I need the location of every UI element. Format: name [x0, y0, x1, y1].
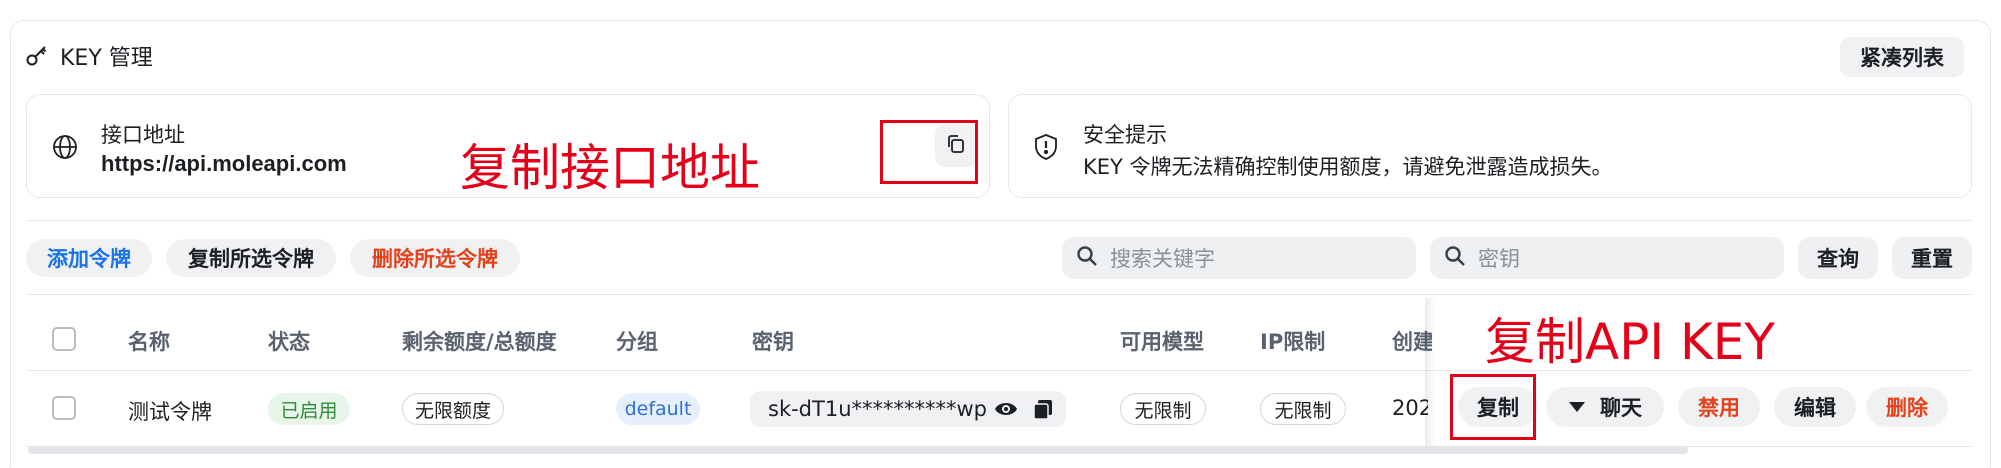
column-header-models: 可用模型	[1120, 330, 1204, 354]
security-text: KEY 令牌无法精确控制使用额度，请避免泄露造成损失。	[1083, 155, 1613, 179]
divider	[26, 220, 1972, 221]
created-time: 2026	[1392, 396, 1428, 420]
security-card: 安全提示 KEY 令牌无法精确控制使用额度，请避免泄露造成损失。	[1008, 94, 1972, 198]
key-field: sk-dT1u**********wpqa	[750, 391, 1066, 427]
divider	[26, 294, 1972, 295]
delete-selected-button[interactable]: 删除所选令牌	[350, 239, 520, 277]
globe-icon	[51, 133, 79, 165]
delete-button[interactable]: 删除	[1866, 387, 1948, 427]
models-badge: 无限制	[1120, 393, 1206, 425]
group-badge: default	[616, 393, 700, 425]
status-badge: 已启用	[268, 393, 350, 425]
page-title: KEY 管理	[26, 40, 153, 72]
copy-selected-button[interactable]: 复制所选令牌	[166, 239, 336, 277]
column-header-status: 状态	[268, 330, 310, 354]
add-token-button[interactable]: 添加令牌	[26, 239, 152, 277]
column-header-group: 分组	[616, 330, 658, 354]
shield-icon	[1033, 133, 1059, 165]
triangle-down-icon	[1568, 395, 1586, 419]
endpoint-url: https://api.moleapi.com	[101, 151, 347, 176]
column-header-ip-limit: IP限制	[1260, 330, 1326, 354]
search-icon	[1076, 245, 1098, 272]
quota-badge: 无限额度	[402, 393, 504, 425]
horizontal-scrollbar[interactable]	[28, 446, 1688, 454]
copy-key-icon[interactable]	[1032, 398, 1054, 425]
query-button[interactable]: 查询	[1798, 237, 1878, 279]
endpoint-title: 接口地址	[101, 123, 185, 147]
annotation-box-copy-api-key	[1450, 374, 1536, 440]
compact-list-button[interactable]: 紧凑列表	[1840, 37, 1964, 77]
fixed-column-shadow	[1425, 298, 1435, 448]
column-header-key: 密钥	[752, 330, 794, 354]
key-icon	[26, 45, 48, 67]
security-title: 安全提示	[1083, 123, 1167, 147]
chat-label: 聊天	[1600, 396, 1642, 420]
disable-button[interactable]: 禁用	[1678, 387, 1760, 427]
edit-button[interactable]: 编辑	[1774, 387, 1856, 427]
column-header-quota: 剩余额度/总额度	[402, 330, 557, 354]
keyword-search-input[interactable]: 搜索关键字	[1062, 237, 1416, 279]
reset-button[interactable]: 重置	[1892, 237, 1972, 279]
annotation-copy-api-key: 复制API KEY	[1485, 313, 1775, 371]
eye-icon[interactable]	[994, 398, 1018, 425]
column-header-name: 名称	[128, 330, 170, 354]
token-name: 测试令牌	[128, 400, 212, 424]
ip-limit-badge: 无限制	[1260, 393, 1346, 425]
key-value: sk-dT1u**********wpqa	[768, 397, 988, 421]
annotation-box-copy-endpoint	[880, 120, 978, 184]
key-placeholder: 密钥	[1478, 247, 1520, 271]
search-icon	[1444, 245, 1466, 272]
select-all-checkbox[interactable]	[52, 327, 76, 351]
key-search-input[interactable]: 密钥	[1430, 237, 1784, 279]
page-title-text: KEY 管理	[60, 46, 153, 71]
row-checkbox[interactable]	[52, 396, 76, 420]
keyword-placeholder: 搜索关键字	[1110, 247, 1215, 271]
annotation-copy-endpoint: 复制接口地址	[460, 139, 760, 197]
chat-button[interactable]: 聊天	[1546, 387, 1664, 427]
